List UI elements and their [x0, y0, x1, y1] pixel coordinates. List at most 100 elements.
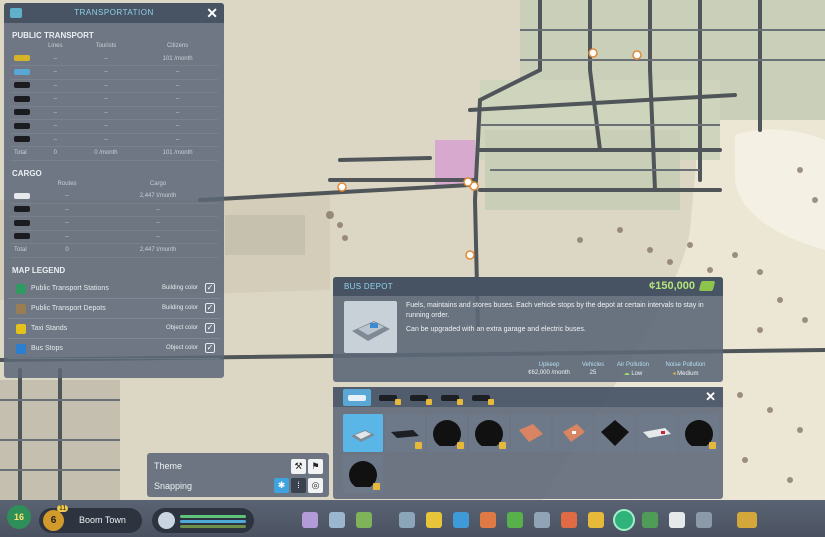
- area-tool-icon[interactable]: [356, 512, 372, 528]
- legend-item-taxi-stands[interactable]: Taxi Stands Object color ✓: [8, 319, 220, 339]
- air-pollution-value: ☁ Low: [623, 371, 643, 377]
- cargo-plane-icon: [14, 233, 30, 240]
- legend-item-bus-stops[interactable]: Bus Stops Object color ✓: [8, 339, 220, 359]
- lock-icon: [426, 399, 432, 405]
- asset-train-station[interactable]: [637, 414, 677, 452]
- tab-tram[interactable]: [405, 389, 433, 406]
- close-icon[interactable]: ✕: [206, 5, 218, 22]
- money-icon: [698, 281, 716, 291]
- milestone-badge: 11: [57, 505, 69, 512]
- lock-icon: [457, 399, 463, 405]
- column-header: Lines: [48, 43, 63, 49]
- healthcare-tool-icon[interactable]: [480, 512, 496, 528]
- table-row: – – –: [10, 92, 218, 107]
- subway-icon: [14, 109, 30, 116]
- total-row: Total 0 2,447 t/month: [10, 243, 218, 258]
- legend-item-depots[interactable]: Public Transport Depots Building color ✓: [8, 299, 220, 319]
- tab-bus[interactable]: [343, 389, 371, 406]
- parks-tool-icon[interactable]: [642, 512, 658, 528]
- building-thumbnail: [344, 301, 397, 353]
- transportation-tool-icon[interactable]: [613, 509, 635, 531]
- asset-locked[interactable]: [427, 414, 467, 452]
- snap-parallel-icon[interactable]: ⁞: [291, 478, 306, 493]
- asset-taxi-stand[interactable]: [511, 414, 551, 452]
- tab-train[interactable]: [374, 389, 402, 406]
- electricity-tool-icon[interactable]: [399, 512, 415, 528]
- table-row: – – –: [10, 106, 218, 120]
- lock-icon: [457, 442, 464, 449]
- city-info[interactable]: 6 11 Boom Town: [39, 505, 142, 533]
- education-tool-icon[interactable]: [534, 512, 550, 528]
- legend-swatch: [16, 323, 26, 334]
- tab-airplane[interactable]: [467, 389, 495, 406]
- snap-curve-icon[interactable]: ◎: [308, 478, 323, 493]
- asset-bus-depot[interactable]: [343, 414, 383, 452]
- column-header: Citizens: [166, 43, 189, 49]
- table-row: – – 101 /month: [10, 52, 218, 66]
- snap-grid-icon[interactable]: ✱: [274, 478, 289, 493]
- map-legend-heading: MAP LEGEND: [12, 265, 66, 275]
- table-row: – –: [10, 230, 218, 244]
- lock-icon: [395, 399, 401, 405]
- asset-picker: ✕: [333, 387, 723, 499]
- taxi-icon: [14, 55, 30, 62]
- cargo-heading: CARGO: [12, 168, 42, 178]
- asset-locked[interactable]: [469, 414, 509, 452]
- bulldozer-tool-icon[interactable]: [737, 512, 757, 528]
- stat-air-pollution: Air Pollution ☁ Low: [611, 362, 655, 377]
- legend-checkbox[interactable]: ✓: [205, 282, 215, 293]
- asset-locked[interactable]: [679, 414, 719, 452]
- lock-icon: [709, 442, 716, 449]
- legend-checkbox[interactable]: ✓: [205, 322, 215, 333]
- legend-item-stations[interactable]: Public Transport Stations Building color…: [8, 279, 220, 299]
- population-demand[interactable]: [152, 508, 254, 533]
- column-header: Cargo: [149, 180, 167, 187]
- panel-header: TRANSPORTATION ✕: [4, 3, 224, 23]
- power-tool-icon[interactable]: [426, 512, 442, 528]
- landscaping-tool-icon[interactable]: [696, 512, 712, 528]
- tram-icon: [14, 82, 30, 89]
- city-name: Boom Town: [79, 515, 126, 525]
- table-row: – – –: [10, 119, 218, 134]
- roads-tool-icon[interactable]: [329, 512, 345, 528]
- theme-euro-icon[interactable]: ⚒: [291, 459, 306, 474]
- police-tool-icon[interactable]: [588, 512, 604, 528]
- lock-icon: [499, 442, 506, 449]
- asset-bus-terminal[interactable]: [595, 414, 635, 452]
- fire-tool-icon[interactable]: [561, 512, 577, 528]
- airplane-icon: [14, 136, 30, 143]
- demand-bar-industrial: [180, 525, 246, 528]
- train-icon: [14, 95, 30, 102]
- demand-bar-residential: [180, 515, 246, 518]
- legend-swatch: [16, 283, 26, 294]
- asset-locked[interactable]: [343, 455, 383, 493]
- lock-icon: [488, 399, 494, 405]
- stat-vehicles: Vehicles 25: [581, 362, 605, 376]
- xp-badge[interactable]: 16: [7, 505, 31, 529]
- table-row: – – –: [10, 133, 218, 147]
- truck-icon: [14, 192, 30, 199]
- milestone-level: 6: [43, 510, 64, 531]
- cargo-train-icon: [14, 206, 30, 213]
- public-transport-heading: PUBLIC TRANSPORT: [12, 31, 94, 40]
- theme-label: Theme: [154, 461, 183, 471]
- asset-taxi-depot[interactable]: [553, 414, 593, 452]
- garbage-tool-icon[interactable]: [507, 512, 523, 528]
- vehicle-category-tabs: ✕: [333, 387, 723, 408]
- communication-tool-icon[interactable]: [669, 512, 685, 528]
- water-tool-icon[interactable]: [453, 512, 469, 528]
- zoning-tool-icon[interactable]: [302, 512, 318, 528]
- column-header: Routes: [57, 180, 77, 187]
- legend-checkbox[interactable]: ✓: [205, 342, 215, 353]
- bottom-toolbar: 16 6 11 Boom Town: [0, 500, 825, 537]
- legend-swatch: [16, 303, 26, 314]
- cargo-table: Routes Cargo – 2,447 t/month – – – – – –…: [10, 178, 218, 258]
- close-icon[interactable]: ✕: [705, 389, 716, 405]
- tab-subway[interactable]: [436, 389, 464, 406]
- legend-checkbox[interactable]: ✓: [205, 302, 215, 313]
- bus-icon: [14, 68, 30, 75]
- theme-na-icon[interactable]: ⚑: [308, 459, 323, 474]
- total-row: Total 0 0 /month 101 /month: [10, 146, 218, 161]
- cloud-icon: ☁: [623, 371, 630, 377]
- asset-bus-station[interactable]: [385, 414, 425, 452]
